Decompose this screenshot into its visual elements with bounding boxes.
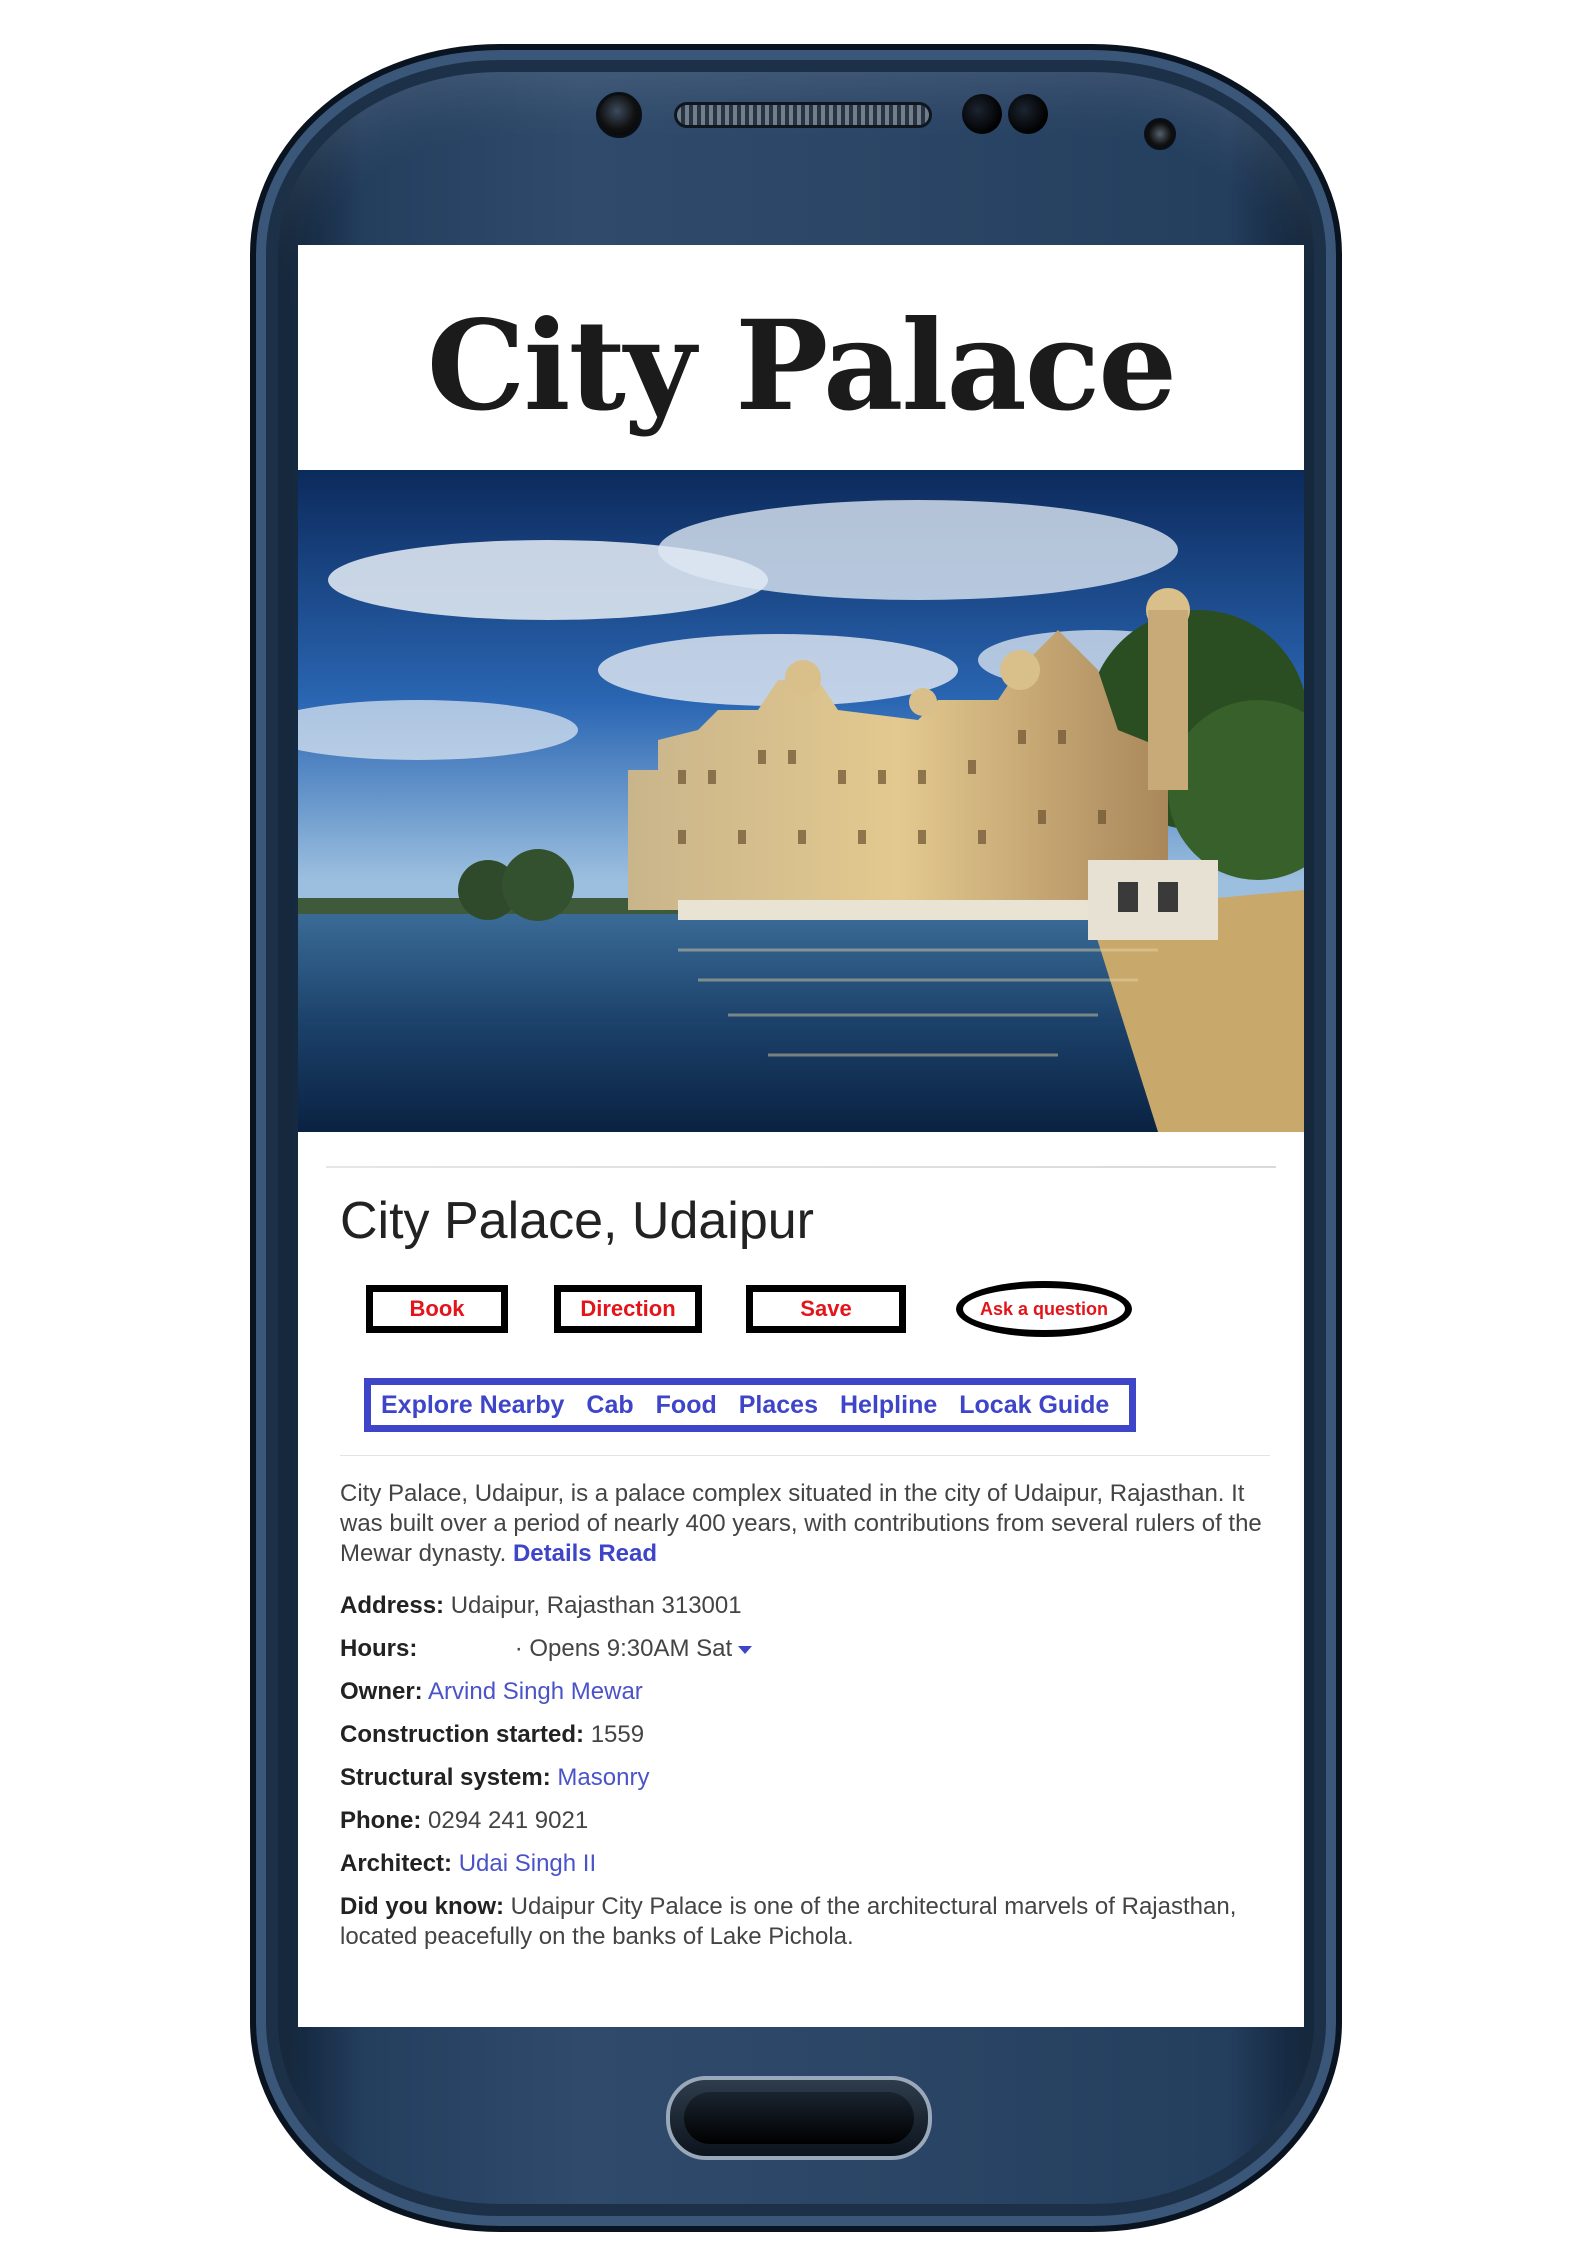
hours-label: Hours: <box>340 1635 418 1662</box>
nav-places[interactable]: Places <box>739 1391 818 1420</box>
ask-question-button[interactable]: Ask a question <box>956 1281 1132 1337</box>
info-architect: Architect: Udai Singh II <box>340 1849 1270 1879</box>
info-address: Address: Udaipur, Rajasthan 313001 <box>340 1591 1270 1621</box>
did-you-know-label: Did you know: <box>340 1893 504 1920</box>
nav-local-guide[interactable]: Locak Guide <box>959 1391 1109 1420</box>
info-structural: Structural system: Masonry <box>340 1763 1270 1793</box>
phone-label: Phone: <box>340 1807 422 1834</box>
app-screen: City Palace City Palace, Udaipur Book Di… <box>298 245 1304 2027</box>
earpiece-speaker <box>674 102 932 128</box>
owner-link[interactable]: Arvind Singh Mewar <box>428 1678 643 1705</box>
place-description: City Palace, Udaipur, is a palace comple… <box>340 1479 1270 1569</box>
architect-label: Architect: <box>340 1850 453 1877</box>
action-buttons: Book Direction Save Ask a question <box>366 1281 1266 1345</box>
address-value: Udaipur, Rajasthan 313001 <box>450 1592 742 1619</box>
owner-label: Owner: <box>340 1678 423 1705</box>
place-name: City Palace, Udaipur <box>340 1192 814 1250</box>
construction-value: 1559 <box>590 1721 645 1748</box>
description-text: City Palace, Udaipur, is a palace comple… <box>340 1480 1262 1567</box>
info-owner: Owner: Arvind Singh Mewar <box>340 1677 1270 1707</box>
architect-link[interactable]: Udai Singh II <box>459 1850 596 1877</box>
info-phone: Phone: 0294 241 9021 <box>340 1806 1270 1836</box>
light-sensor-icon <box>1008 94 1048 134</box>
nav-food[interactable]: Food <box>656 1391 717 1420</box>
page-title: City Palace <box>426 294 1177 439</box>
save-button[interactable]: Save <box>746 1285 906 1333</box>
chevron-down-icon[interactable] <box>738 1645 753 1654</box>
address-label: Address: <box>340 1592 445 1619</box>
book-button[interactable]: Book <box>366 1285 508 1333</box>
nav-cab[interactable]: Cab <box>586 1391 633 1420</box>
explore-nav-bar: Explore Nearby Cab Food Places Helpline … <box>364 1378 1136 1432</box>
section-divider <box>340 1455 1270 1456</box>
nav-helpline[interactable]: Helpline <box>840 1391 937 1420</box>
home-button[interactable] <box>666 2076 932 2160</box>
structural-label: Structural system: <box>340 1764 551 1791</box>
details-read-link[interactable]: Details Read <box>513 1540 657 1567</box>
info-construction: Construction started: 1559 <box>340 1720 1270 1750</box>
hero-image <box>298 470 1304 1132</box>
section-divider <box>326 1166 1276 1168</box>
home-button-inner <box>684 2092 914 2144</box>
camera-sensor-icon <box>1144 118 1176 150</box>
construction-label: Construction started: <box>340 1721 585 1748</box>
proximity-sensor-icon <box>962 94 1002 134</box>
info-did-you-know: Did you know: Udaipur City Palace is one… <box>340 1892 1270 1952</box>
nav-explore-nearby[interactable]: Explore Nearby <box>381 1391 564 1420</box>
structural-link[interactable]: Masonry <box>557 1764 649 1791</box>
phone-value[interactable]: 0294 241 9021 <box>428 1807 588 1834</box>
info-hours: Hours: · Opens 9:30AM Sat <box>340 1634 1270 1664</box>
hours-value[interactable]: · Opens 9:30AM Sat <box>515 1635 732 1662</box>
palace-illustration <box>298 470 1304 1132</box>
direction-button[interactable]: Direction <box>554 1285 702 1333</box>
front-camera-icon <box>596 92 642 138</box>
place-info-list: Address: Udaipur, Rajasthan 313001 Hours… <box>340 1591 1270 1965</box>
